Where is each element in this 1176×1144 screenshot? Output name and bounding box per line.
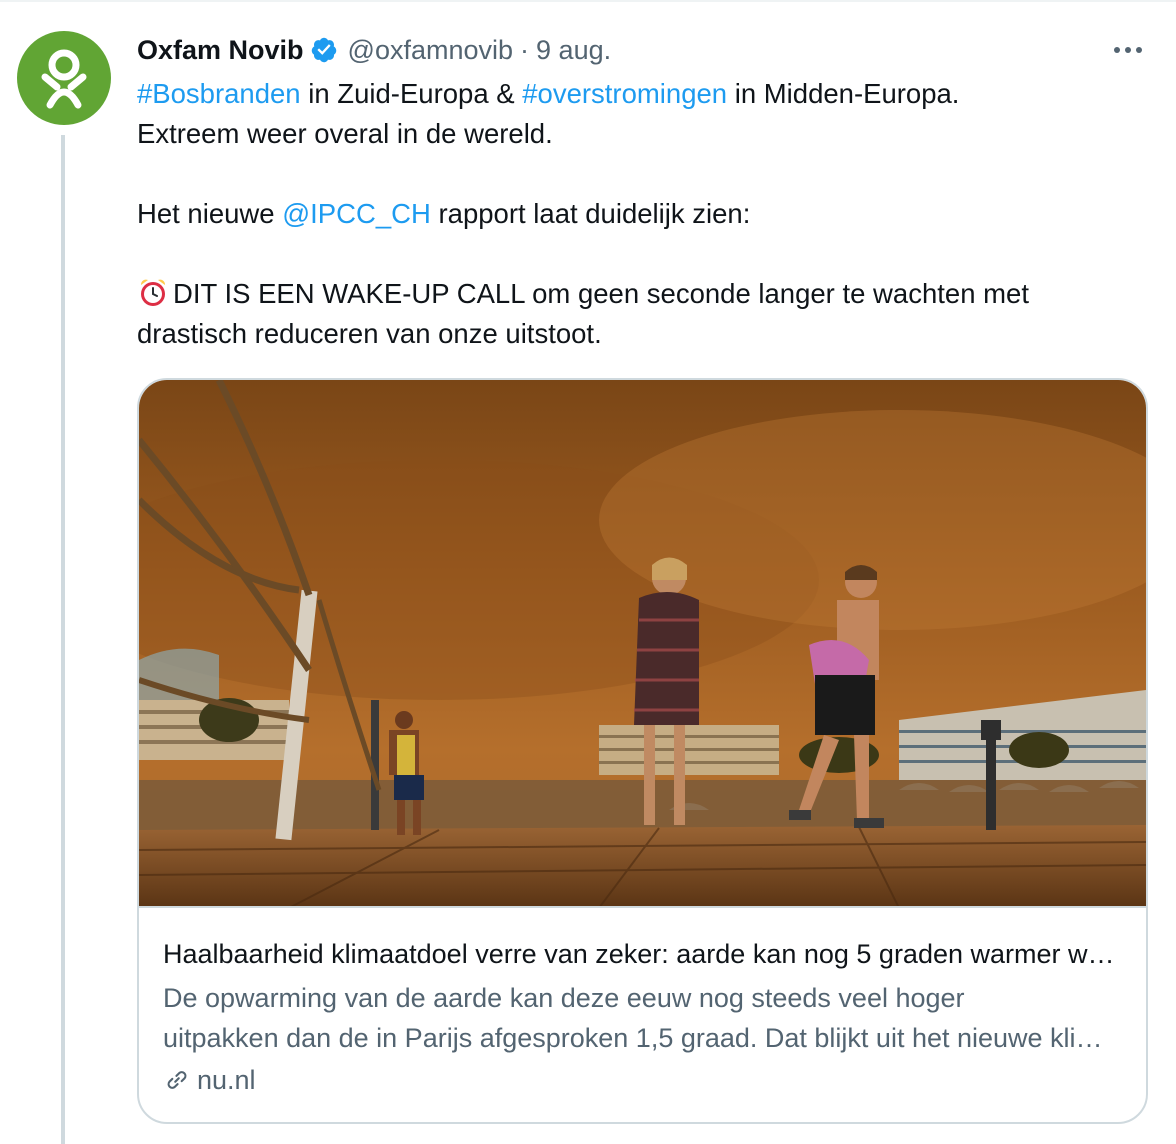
card-title[interactable]: Haalbaarheid klimaatdoel verre van zeker… xyxy=(163,934,1123,974)
card-domain[interactable]: nu.nl xyxy=(163,1060,256,1100)
oxfam-logo-icon xyxy=(41,49,87,109)
link-preview-card[interactable]: Haalbaarheid klimaatdoel verre van zeker… xyxy=(137,378,1148,1124)
card-description: De opwarming van de aarde kan deze eeuw … xyxy=(163,978,1123,1058)
more-options-button[interactable] xyxy=(1108,34,1148,66)
mention-ipcc[interactable]: @IPCC_CH xyxy=(282,198,431,229)
tweet-line-5: drastisch reduceren van onze uitstoot. xyxy=(137,318,602,349)
card-description-line-1: De opwarming van de aarde kan deze eeuw … xyxy=(163,983,965,1013)
tweet-text: #Bosbranden in Zuid-Europa & #overstromi… xyxy=(137,74,1147,354)
tweet-date[interactable]: 9 aug. xyxy=(536,35,611,66)
author-handle[interactable]: @oxfamnovib xyxy=(348,35,513,66)
tweet[interactable]: Oxfam Novib @oxfamnovib · 9 aug. #Bosbra… xyxy=(0,0,1176,1144)
card-image[interactable] xyxy=(139,380,1146,908)
tweet-text-segment: in Zuid-Europa & xyxy=(300,78,523,109)
thread-line xyxy=(61,135,65,1144)
tweet-text-segment: in Midden-Europa. xyxy=(727,78,960,109)
more-horizontal-icon xyxy=(1114,47,1142,53)
avatar[interactable] xyxy=(17,31,111,125)
tweet-line-4: DIT IS EEN WAKE-UP CALL om geen seconde … xyxy=(137,274,1147,314)
tweet-text-segment: DIT IS EEN WAKE-UP CALL om geen seconde … xyxy=(173,278,1029,309)
tweet-line-2: Extreem weer overal in de wereld. xyxy=(137,118,553,149)
link-icon xyxy=(167,1071,187,1089)
hashtag-overstromingen[interactable]: #overstromingen xyxy=(522,78,727,109)
card-description-line-2: uitpakken dan de in Parijs afgesproken 1… xyxy=(163,1023,1123,1053)
hashtag-bosbranden[interactable]: #Bosbranden xyxy=(137,78,301,109)
wildfire-beach-photo xyxy=(139,380,1146,906)
tweet-text-segment: rapport laat duidelijk zien: xyxy=(430,198,751,229)
tweet-line-1: #Bosbranden in Zuid-Europa & #overstromi… xyxy=(137,74,1147,114)
author-name[interactable]: Oxfam Novib xyxy=(137,35,304,66)
tweet-line-3: Het nieuwe @IPCC_CH rapport laat duideli… xyxy=(137,194,1147,234)
card-domain-text: nu.nl xyxy=(197,1064,256,1095)
verified-badge-icon xyxy=(310,36,338,64)
tweet-text-segment: Het nieuwe xyxy=(137,198,283,229)
separator-dot: · xyxy=(520,34,530,65)
alarm-clock-icon xyxy=(137,277,169,309)
tweet-header: Oxfam Novib @oxfamnovib · 9 aug. xyxy=(137,30,611,70)
